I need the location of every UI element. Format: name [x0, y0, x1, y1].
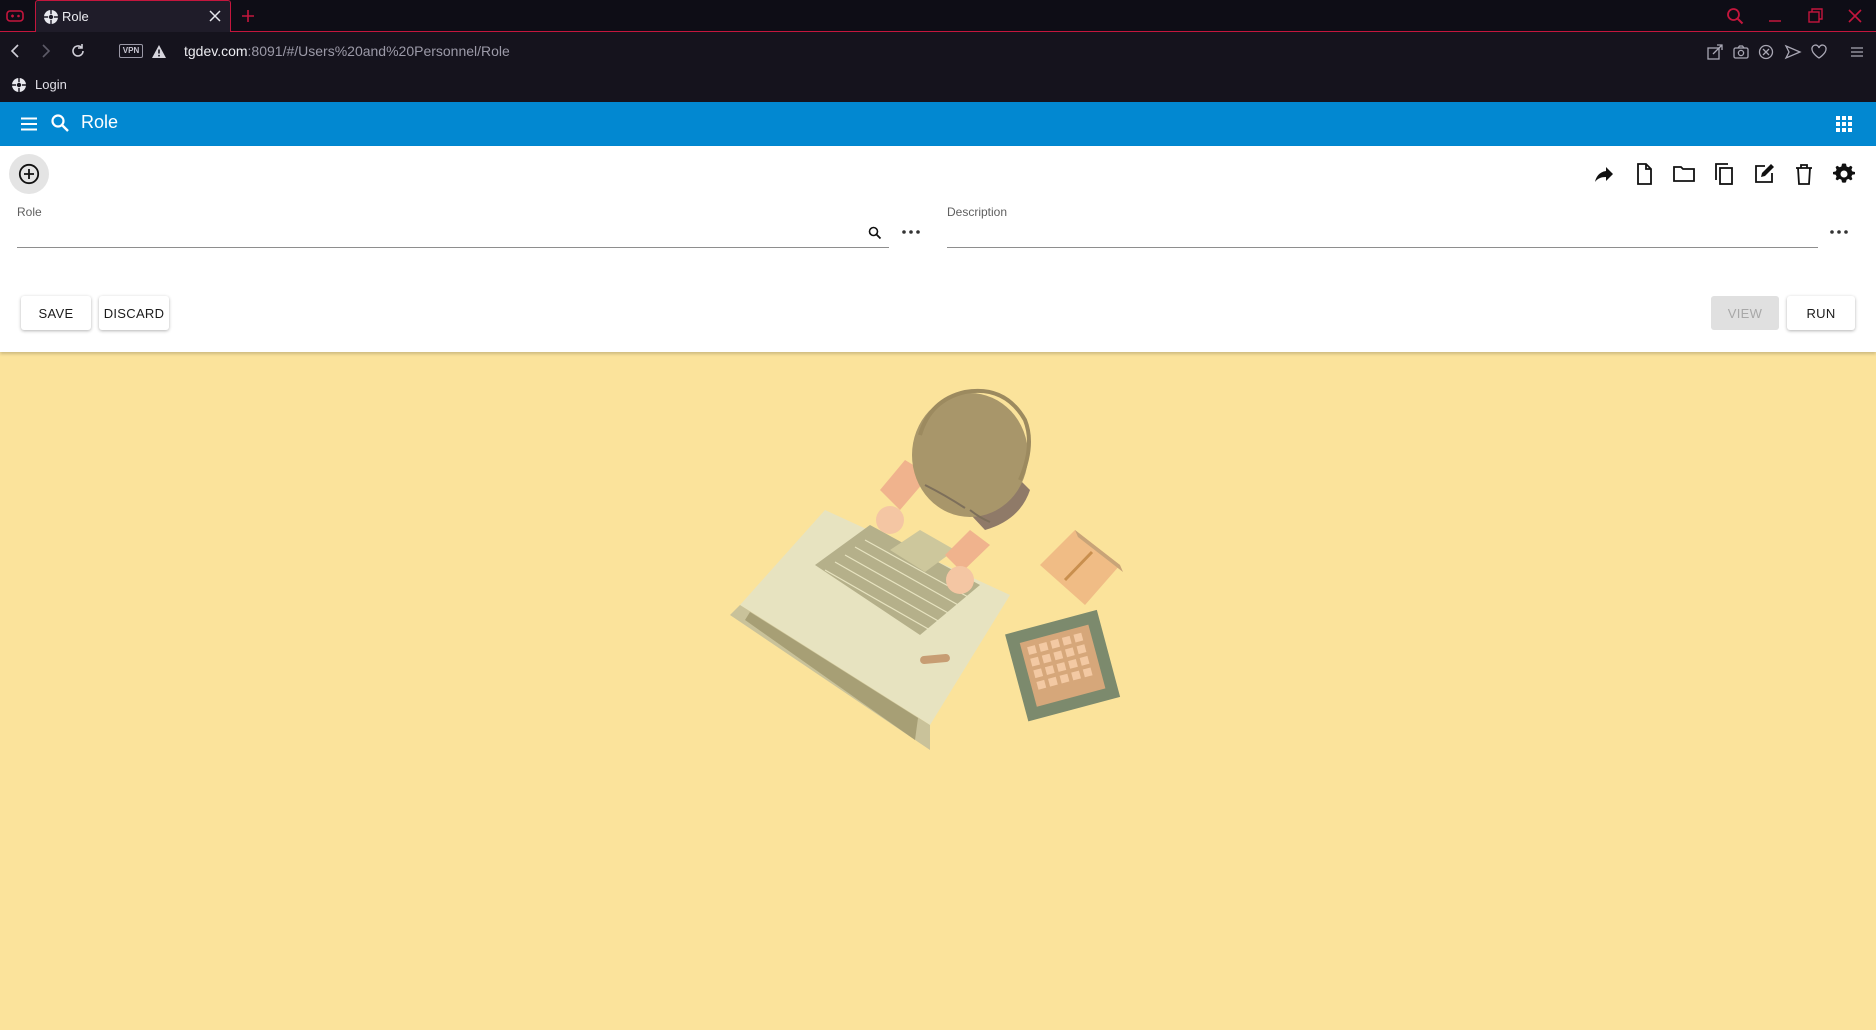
- open-folder-icon: [1673, 166, 1695, 182]
- new-document-button[interactable]: [1631, 162, 1657, 188]
- open-folder-button[interactable]: [1671, 162, 1697, 188]
- share-page-icon[interactable]: [1706, 43, 1724, 61]
- role-more-button[interactable]: [899, 224, 923, 240]
- edit-button[interactable]: [1751, 162, 1777, 188]
- more-horizontal-icon: [902, 230, 920, 234]
- chip-coaster: [1005, 609, 1121, 722]
- discard-button[interactable]: DISCARD: [99, 296, 169, 330]
- forward-icon[interactable]: [36, 41, 56, 61]
- opera-gx-logo-icon[interactable]: [6, 8, 24, 24]
- menu-icon[interactable]: [19, 114, 39, 134]
- run-button[interactable]: RUN: [1787, 296, 1855, 330]
- heart-icon[interactable]: [1810, 43, 1828, 61]
- url-field[interactable]: tgdev.com:8091/#/Users%20and%20Personnel…: [184, 43, 510, 59]
- settings-icon: [1833, 163, 1855, 183]
- left-hand: [876, 506, 904, 534]
- settings-button[interactable]: [1831, 162, 1857, 188]
- send-icon[interactable]: [1784, 43, 1802, 61]
- save-button[interactable]: SAVE: [21, 296, 91, 330]
- minimize-icon[interactable]: [1765, 6, 1785, 26]
- notepad: [1040, 530, 1120, 605]
- lookup-search-icon[interactable]: [868, 226, 882, 240]
- back-icon[interactable]: [5, 41, 25, 61]
- restore-icon[interactable]: [1805, 6, 1825, 26]
- right-arm: [945, 530, 990, 572]
- search-icon[interactable]: [50, 113, 70, 133]
- new-tab-icon[interactable]: [239, 7, 257, 25]
- share-icon: [1595, 167, 1613, 182]
- copy-icon: [1715, 163, 1733, 185]
- vpn-badge[interactable]: VPN: [119, 44, 143, 58]
- url-host: tgdev.com: [184, 43, 248, 59]
- add-circle-icon: [18, 163, 40, 185]
- delete-icon: [1796, 164, 1812, 185]
- more-horizontal-icon: [1830, 230, 1848, 234]
- view-button[interactable]: VIEW: [1711, 296, 1779, 330]
- copy-button[interactable]: [1711, 162, 1737, 188]
- right-hand: [946, 566, 974, 594]
- share-button[interactable]: [1591, 162, 1617, 188]
- camera-icon[interactable]: [1732, 43, 1750, 61]
- description-more-button[interactable]: [1827, 224, 1851, 240]
- close-window-icon[interactable]: [1845, 6, 1865, 26]
- adblock-icon[interactable]: [1757, 43, 1775, 61]
- delete-button[interactable]: [1791, 162, 1817, 188]
- easy-setup-icon[interactable]: [1848, 43, 1866, 61]
- bookmarks-bar: [0, 70, 1876, 102]
- browser-tab-bar: Role: [0, 0, 1876, 32]
- app-header: [0, 102, 1876, 146]
- description-label: Description: [947, 205, 1008, 219]
- role-label: Role: [17, 205, 42, 219]
- tab-role[interactable]: Role: [35, 0, 231, 32]
- new-document-icon: [1637, 163, 1652, 185]
- reload-icon[interactable]: [68, 41, 88, 61]
- favicon-icon: [44, 10, 58, 24]
- role-input[interactable]: [17, 220, 889, 248]
- edit-icon: [1755, 164, 1774, 183]
- apps-grid-icon[interactable]: [1834, 114, 1854, 134]
- warning-icon[interactable]: [151, 44, 167, 59]
- page-title: Role: [81, 112, 119, 132]
- bookmark-favicon-icon: [12, 78, 26, 92]
- empty-state-illustration: [730, 388, 1123, 750]
- tab-title: Role: [62, 9, 89, 24]
- description-input[interactable]: [947, 220, 1818, 248]
- add-record-button[interactable]: [9, 154, 49, 194]
- close-tab-icon[interactable]: [206, 7, 224, 25]
- search-tabs-icon[interactable]: [1725, 6, 1745, 26]
- url-path: :8091/#/Users%20and%20Personnel/Role: [247, 43, 510, 59]
- bookmark-login[interactable]: Login: [35, 77, 67, 92]
